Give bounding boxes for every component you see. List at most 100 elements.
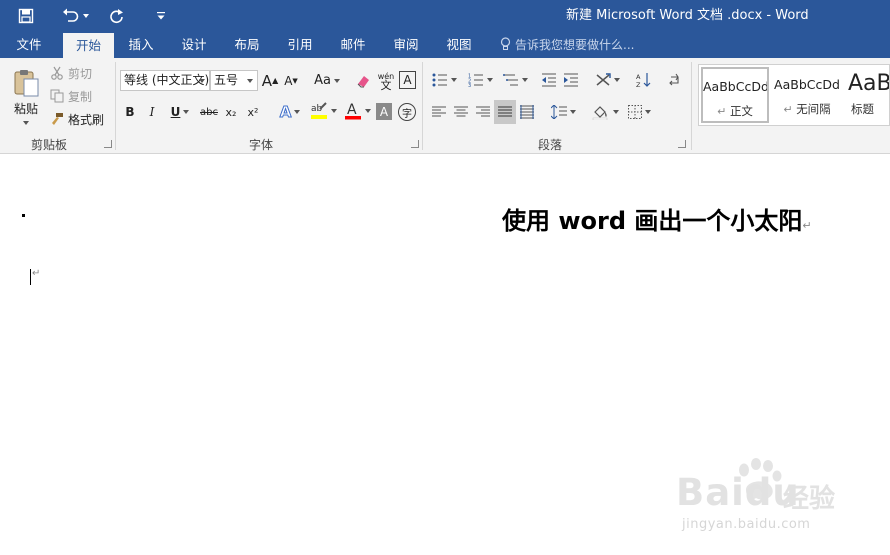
tab-home[interactable]: 开始 [63, 33, 114, 58]
font-group-label: 字体 [248, 138, 273, 152]
sort-icon: AZ [636, 73, 651, 88]
cut-button[interactable]: 剪切 [50, 64, 100, 82]
font-size-combo[interactable]: 五号 [210, 70, 258, 91]
clipboard-icon [14, 69, 39, 96]
align-center-icon [454, 106, 468, 117]
enclose-characters-button[interactable]: 字 [398, 103, 416, 121]
svg-text:A: A [347, 102, 357, 118]
decrease-indent-icon [542, 73, 556, 87]
paragraph-mark-icon: ↵ [802, 219, 812, 232]
eraser-icon [357, 75, 369, 87]
title-bar: 新建 Microsoft Word 文档 .docx - Word [0, 0, 890, 32]
style-name: 标题 [851, 102, 874, 116]
paste-label: 粘贴 [13, 101, 38, 116]
tab-layout[interactable]: 布局 [224, 32, 270, 58]
distributed-button[interactable] [518, 102, 536, 122]
group-divider [422, 62, 423, 150]
shading-button[interactable] [590, 102, 620, 122]
underline-button[interactable]: U [166, 102, 194, 122]
style-name: 正文 [729, 104, 753, 118]
style-sample: AaBbCcDd [703, 79, 769, 94]
copy-label: 复制 [68, 89, 93, 104]
tab-insert[interactable]: 插入 [118, 32, 164, 58]
highlight-color-button[interactable]: ab [307, 100, 339, 122]
chinese-layout-icon [596, 73, 611, 86]
style-heading-1[interactable]: AaBl 标题 [845, 67, 889, 123]
style-no-spacing[interactable]: AaBbCcDd ↵ 无间隔 [771, 67, 843, 123]
character-border-button[interactable]: A [399, 71, 416, 89]
lightbulb-icon [500, 37, 511, 50]
copy-icon [50, 89, 64, 103]
paintbrush-icon [52, 113, 63, 125]
document-heading[interactable]: 使用 word 画出一个小太阳↵ [502, 201, 812, 236]
bold-button[interactable]: B [122, 102, 138, 122]
numbering-button[interactable]: 123 [464, 70, 496, 90]
text-effects-button[interactable]: A [276, 102, 304, 122]
document-canvas[interactable]: 使用 word 画出一个小太阳↵ ↵ [0, 155, 890, 555]
numbered-list-icon: 123 [468, 74, 483, 87]
svg-text:A: A [636, 73, 641, 81]
phonetic-guide-button[interactable]: wén 文 [377, 70, 395, 91]
style-name: 无间隔 [796, 102, 831, 116]
underline-icon: U [170, 105, 181, 119]
svg-text:3: 3 [468, 83, 471, 87]
borders-button[interactable] [624, 102, 654, 122]
italic-button[interactable]: I [144, 102, 160, 122]
enclose-characters-icon: 字 [402, 108, 412, 120]
subscript-button[interactable]: x₂ [222, 102, 240, 122]
heading-text: 使用 word 画出一个小太阳 [502, 207, 803, 235]
tab-review[interactable]: 审阅 [383, 32, 429, 58]
clipboard-group-label: 剪贴板 [30, 138, 67, 152]
character-shading-button[interactable]: A [376, 103, 392, 120]
change-case-label: Aa [314, 73, 331, 88]
character-shading-icon: A [379, 104, 389, 119]
format-painter-label: 格式刷 [68, 112, 105, 127]
font-color-icon: A [344, 102, 361, 120]
paragraph-launcher-icon[interactable] [678, 140, 686, 148]
font-launcher-icon[interactable] [411, 140, 419, 148]
clipboard-launcher-icon[interactable] [104, 140, 112, 148]
tab-mailings[interactable]: 邮件 [330, 32, 376, 58]
style-sample: AaBl [848, 71, 889, 96]
align-right-button[interactable] [474, 102, 492, 122]
font-name-combo[interactable]: 等线 (中文正文) [120, 70, 210, 91]
clear-formatting-button[interactable] [354, 70, 372, 91]
tab-references[interactable]: 引用 [277, 32, 323, 58]
align-center-button[interactable] [452, 102, 470, 122]
strikethrough-button[interactable]: abc [198, 102, 220, 122]
change-case-button[interactable]: Aa [312, 70, 342, 91]
justify-button[interactable] [494, 100, 516, 124]
style-sample: AaBbCcDd [774, 77, 840, 92]
show-formatting-marks-button[interactable] [664, 70, 684, 90]
chinese-layout-button[interactable] [591, 70, 623, 90]
svg-text:Z: Z [636, 81, 641, 88]
ribbon-home: 粘贴 剪切 复制 格式刷 剪贴板 等线 (中文正文) 五号 A ▲ A ▼ Aa w… [0, 58, 890, 154]
align-right-icon [476, 106, 490, 117]
font-color-button[interactable]: A [341, 100, 373, 122]
tab-file[interactable]: 文件 [4, 32, 54, 58]
multilevel-list-button[interactable] [499, 70, 531, 90]
group-divider [115, 62, 116, 150]
ribbon-tab-row: 文件 开始 插入 设计 布局 引用 邮件 审阅 视图 告诉我您想要做什么... [0, 32, 890, 58]
align-left-button[interactable] [430, 102, 448, 122]
styles-gallery: AaBbCcDd ↵ 正文 AaBbCcDd ↵ 无间隔 AaBl 标题 [698, 64, 890, 126]
format-painter-button[interactable]: 格式刷 [50, 110, 108, 128]
distributed-icon [520, 105, 534, 119]
increase-indent-button[interactable] [561, 70, 581, 90]
shrink-font-button[interactable]: A ▼ [283, 70, 299, 91]
grow-font-button[interactable]: A ▲ [262, 70, 278, 91]
paragraph-group-label: 段落 [537, 138, 562, 152]
tab-design[interactable]: 设计 [171, 32, 217, 58]
bullets-button[interactable] [428, 70, 460, 90]
paste-button[interactable]: 粘贴 [8, 62, 44, 130]
superscript-button[interactable]: x² [244, 102, 262, 122]
line-spacing-button[interactable] [548, 102, 578, 122]
style-normal[interactable]: AaBbCcDd ↵ 正文 [701, 67, 769, 123]
highlighter-icon: ab [310, 102, 327, 119]
tab-view[interactable]: 视图 [436, 32, 482, 58]
font-name-value: 等线 (中文正文) [124, 73, 210, 87]
sort-button[interactable]: AZ [634, 70, 654, 90]
copy-button[interactable]: 复制 [50, 87, 100, 105]
tell-me-search[interactable]: 告诉我您想要做什么... [500, 32, 634, 58]
decrease-indent-button[interactable] [539, 70, 559, 90]
